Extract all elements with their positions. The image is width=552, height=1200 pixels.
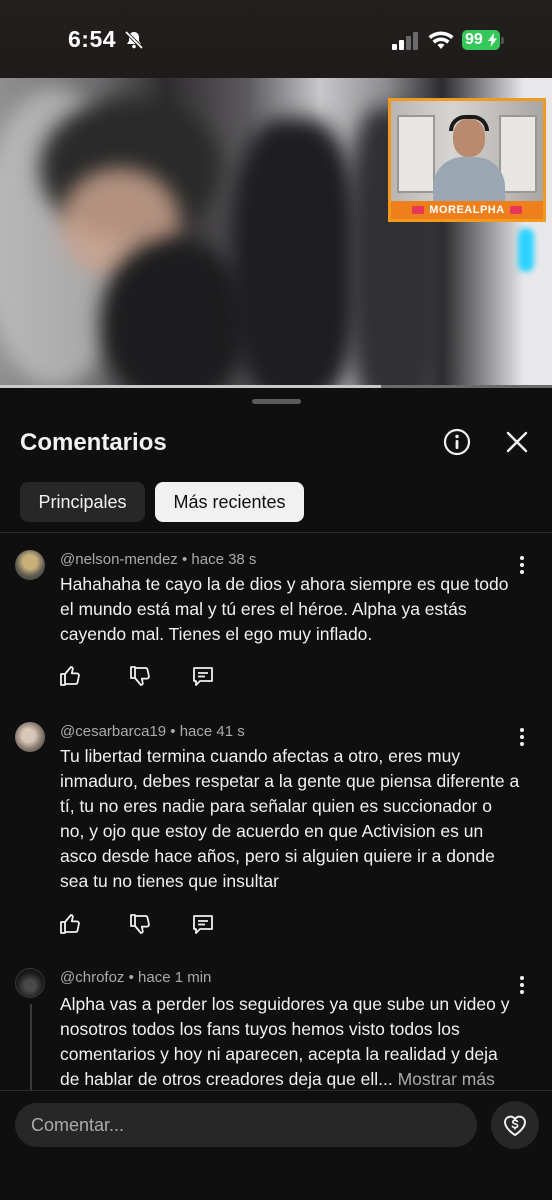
like-icon[interactable] — [58, 912, 82, 936]
comment-text: Hahahaha te cayo la de dios y ahora siem… — [60, 574, 509, 644]
video-frame-figure — [230, 118, 360, 388]
avatar[interactable] — [15, 722, 45, 752]
streamer-overlay: MOREALPHA — [388, 98, 546, 222]
avatar[interactable] — [15, 968, 45, 998]
like-icon[interactable] — [58, 664, 82, 688]
comment-input[interactable] — [15, 1103, 477, 1147]
battery-indicator: 99 — [462, 30, 500, 50]
comment-time: hace 38 s — [191, 551, 257, 568]
dislike-icon[interactable] — [128, 664, 152, 688]
video-frame-figure — [100, 238, 250, 388]
meta-separator: • — [128, 969, 139, 986]
cellular-signal-icon — [392, 32, 418, 50]
streamer-overlay-room — [391, 101, 543, 203]
battery-level: 99 — [465, 31, 483, 48]
battery-cap — [501, 37, 504, 44]
thread-line — [30, 1004, 32, 1090]
reply-icon[interactable] — [191, 912, 215, 936]
chip-mas-recientes[interactable]: Más recientes — [155, 482, 304, 522]
comment-item: @nelson-mendez • hace 38 s Hahahaha te c… — [0, 540, 552, 710]
shelf — [397, 115, 435, 193]
wifi-icon — [428, 31, 454, 49]
comment-time: hace 41 s — [179, 723, 245, 740]
overlay-channel-name: MOREALPHA — [429, 204, 505, 216]
comment-text-block: Alpha vas a perder los seguidores ya que… — [60, 992, 520, 1090]
comments-title: Comentarios — [20, 429, 167, 456]
info-icon[interactable] — [443, 428, 471, 456]
streamer-overlay-banner: MOREALPHA — [391, 201, 543, 219]
comment-item: @chrofoz • hace 1 min Alpha vas a perder… — [0, 958, 552, 1090]
status-time: 6:54 — [68, 26, 117, 52]
super-thanks-button[interactable] — [491, 1101, 539, 1149]
streamer-headset — [449, 115, 489, 131]
comment-meta: @chrofoz • hace 1 min — [60, 969, 211, 986]
comment-author[interactable]: @nelson-mendez — [60, 551, 178, 568]
status-bar: 6:54 99 — [0, 0, 552, 78]
comment-meta: @cesarbarca19 • hace 41 s — [60, 723, 245, 740]
comment-item: @cesarbarca19 • hace 41 s Tu libertad te… — [0, 712, 552, 952]
comment-meta: @nelson-mendez • hace 38 s — [60, 551, 256, 568]
meta-separator: • — [181, 551, 192, 568]
reply-icon[interactable] — [191, 664, 215, 688]
bell-off-icon — [124, 30, 144, 50]
chip-principales[interactable]: Principales — [20, 482, 145, 522]
comment-time: hace 1 min — [138, 969, 212, 986]
comment-author[interactable]: @chrofoz — [60, 969, 124, 986]
youtube-icon — [509, 206, 522, 214]
meta-separator: • — [170, 723, 180, 740]
charging-bolt-icon — [488, 33, 497, 47]
comment-composer — [0, 1090, 552, 1200]
drag-handle[interactable] — [252, 399, 301, 404]
dislike-icon[interactable] — [128, 912, 152, 936]
video-frame-figure — [518, 228, 534, 272]
shelf — [499, 115, 537, 193]
youtube-icon — [412, 206, 425, 214]
streamer-body — [433, 157, 505, 203]
avatar[interactable] — [15, 550, 45, 580]
super-thanks-icon — [504, 1115, 526, 1136]
close-icon[interactable] — [505, 430, 529, 454]
comment-text: Tu libertad termina cuando afectas a otr… — [60, 746, 520, 891]
divider — [0, 532, 552, 533]
comment-author[interactable]: @cesarbarca19 — [60, 723, 166, 740]
show-more-link[interactable]: Mostrar más — [398, 1069, 495, 1089]
